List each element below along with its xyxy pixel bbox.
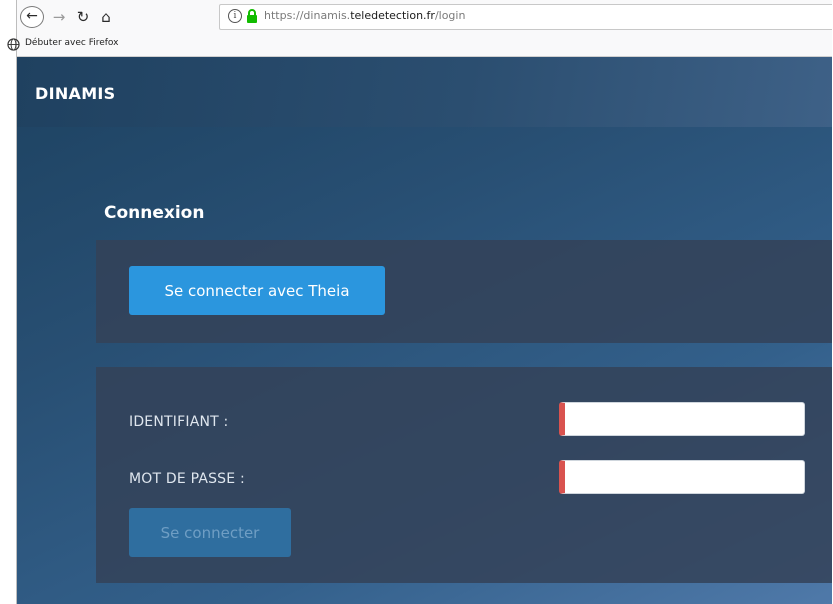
home-icon[interactable]: ⌂ [97,6,115,28]
bookmarks-toolbar: Débuter avec Firefox [7,34,832,57]
url-bar[interactable]: i https://dinamis.teledetection.fr/login [219,4,832,30]
password-input[interactable] [559,460,805,494]
url-prefix: https://dinamis. [264,9,351,22]
page-content: DINAMIS Connexion Se connecter avec Thei… [17,57,832,604]
url-domain: teledetection.fr [350,9,435,22]
browser-toolbar: ← → ↻ ⌂ i https://dinamis.teledetection.… [17,0,832,34]
reload-icon[interactable]: ↻ [75,6,91,28]
browser-window: ← → ↻ ⌂ i https://dinamis.teledetection.… [7,0,832,604]
username-label: IDENTIFIANT : [129,414,229,430]
theia-login-panel: Se connecter avec Theia [96,240,832,343]
theia-login-button[interactable]: Se connecter avec Theia [129,266,385,315]
info-icon[interactable]: i [228,9,242,23]
login-form-panel: IDENTIFIANT : MOT DE PASSE : Se connecte… [96,367,832,583]
forward-arrow-icon[interactable]: → [51,6,67,28]
url-text: https://dinamis.teledetection.fr/login [264,9,465,22]
globe-icon [7,38,20,51]
url-path: /login [434,9,466,22]
username-input[interactable] [559,402,805,436]
password-label: MOT DE PASSE : [129,471,245,487]
page-title: Connexion [104,203,205,223]
back-arrow-icon[interactable]: ← [20,6,44,28]
bookmark-label: Débuter avec Firefox [25,38,119,48]
login-submit-button[interactable]: Se connecter [129,508,291,557]
lock-icon [247,9,257,23]
site-brand[interactable]: DINAMIS [35,84,116,103]
site-header: DINAMIS [17,57,832,127]
